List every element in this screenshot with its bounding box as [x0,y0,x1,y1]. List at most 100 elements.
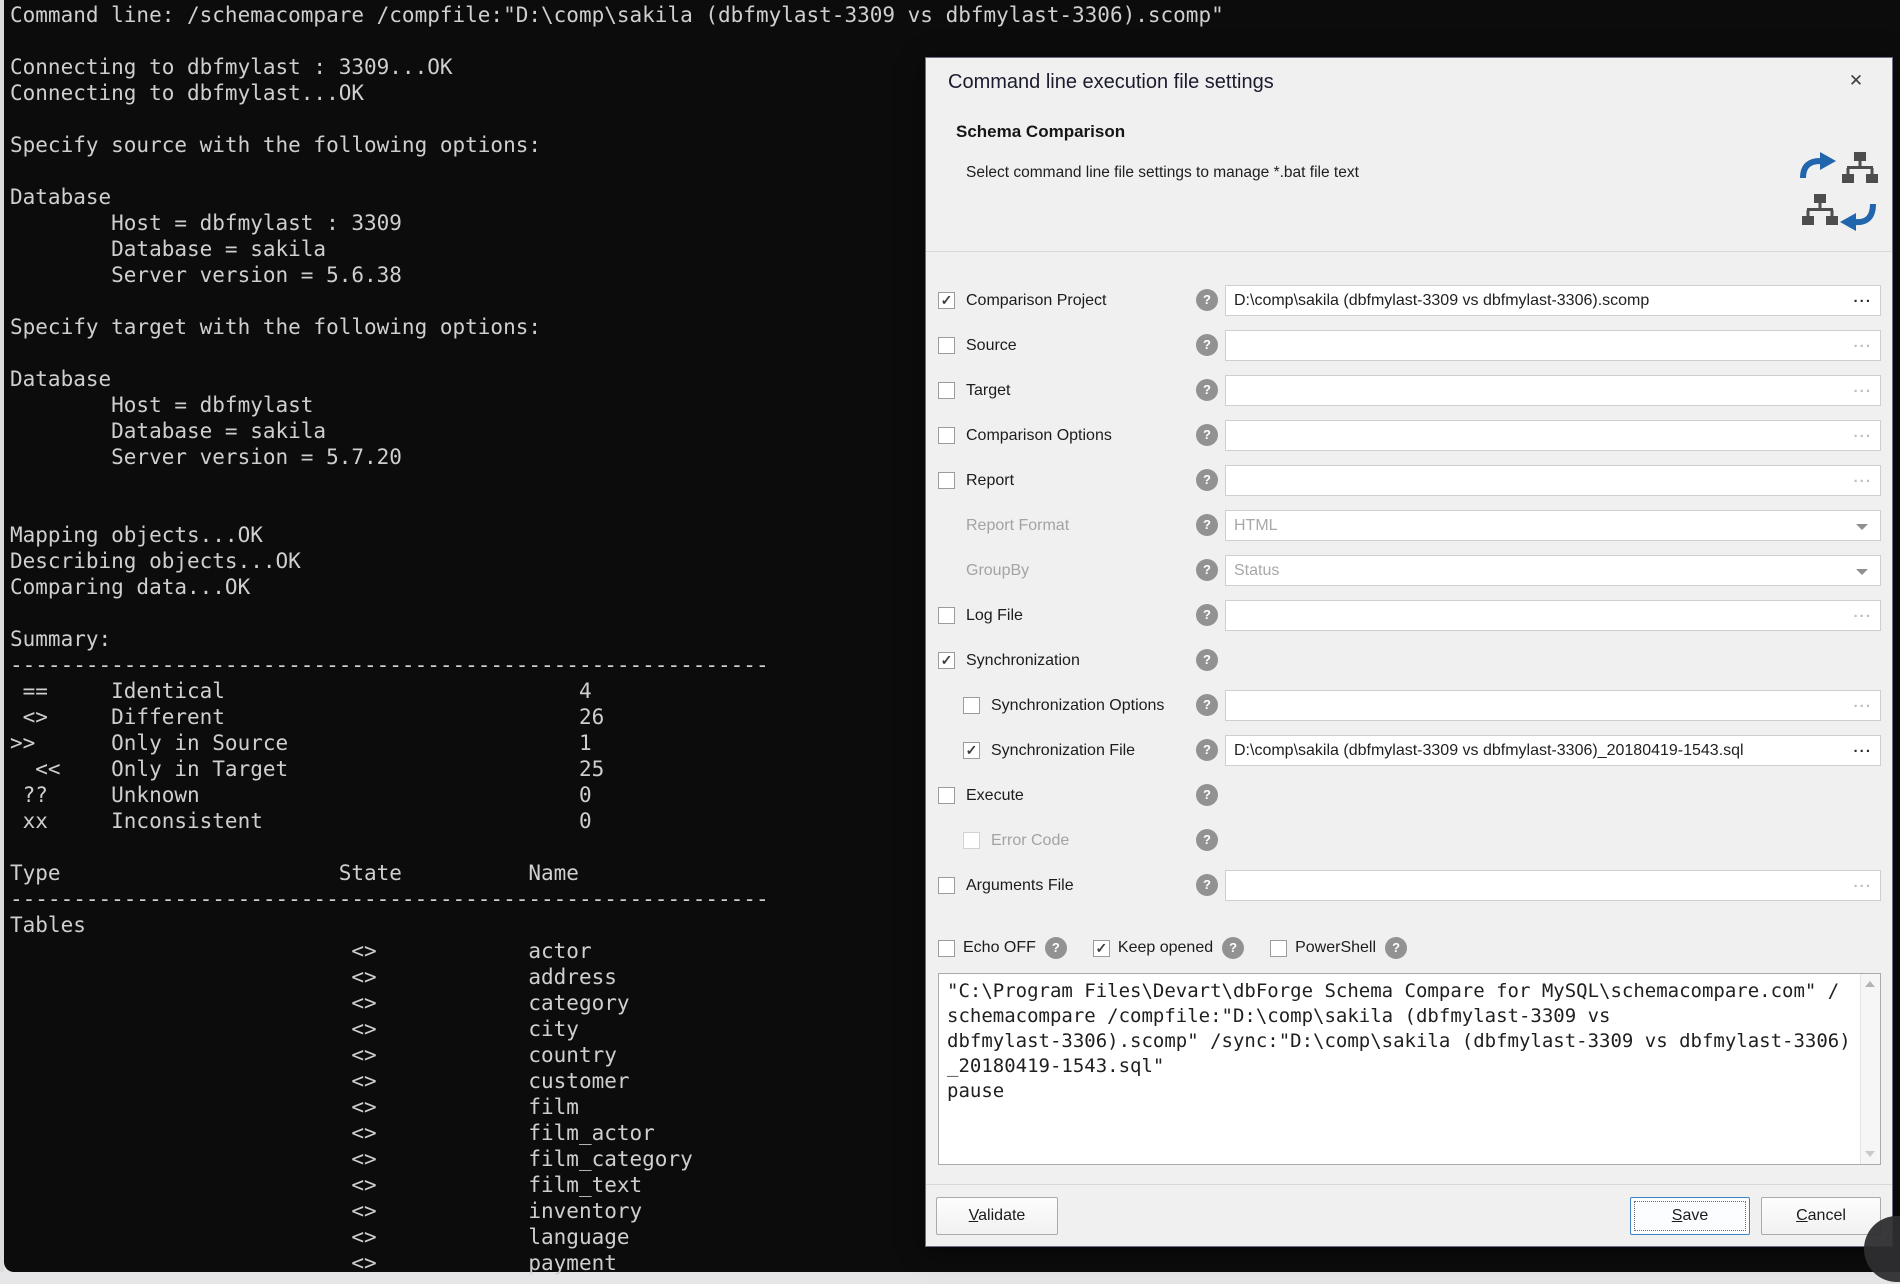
browse-button[interactable]: ... [1853,286,1872,310]
row-label: GroupBy [966,562,1029,580]
help-icon[interactable]: ? [1196,334,1218,356]
help-icon[interactable]: ? [1045,937,1067,959]
option-label: Echo OFF [963,939,1036,957]
help-icon[interactable]: ? [1196,289,1218,311]
row-comparison-project: ✓ Comparison Project ? D:\comp\sakila (d… [926,278,1892,323]
cancel-button[interactable]: Cancel [1761,1197,1881,1235]
help-icon[interactable]: ? [1196,424,1218,446]
option-checkbox[interactable] [1270,940,1287,957]
command-line-settings-dialog: Command line execution file settings ✕ S… [925,57,1893,1247]
row-input[interactable]: D:\comp\sakila (dbfmylast-3309 vs dbfmyl… [1225,735,1881,766]
help-icon[interactable]: ? [1196,559,1218,581]
dialog-title: Command line execution file settings [948,71,1274,94]
row-checkbox[interactable] [938,427,955,444]
row-log-file: Log File ? ... [926,593,1892,638]
row-checkbox[interactable] [938,472,955,489]
scroll-down-icon[interactable] [1865,1151,1875,1157]
dropdown-arrow-icon[interactable] [1856,569,1868,575]
row-target: Target ? ... [926,368,1892,413]
row-label: Error Code [991,832,1069,850]
row-checkbox[interactable]: ✓ [938,292,955,309]
option-checkbox[interactable]: ✓ [1093,940,1110,957]
row-label: Execute [966,787,1024,805]
browse-button[interactable]: ... [1853,601,1872,625]
screen: Command line: /schemacompare /compfile:"… [0,0,1900,1284]
help-icon[interactable]: ? [1196,694,1218,716]
window-left-edge [0,0,4,1272]
row-synchronization-file: ✓ Synchronization File ? D:\comp\sakila … [926,728,1892,773]
row-error-code: Error Code ? ... [926,818,1892,863]
row-source: Source ? ... [926,323,1892,368]
option-label: PowerShell [1295,939,1376,957]
help-icon[interactable]: ? [1196,829,1218,851]
row-checkbox[interactable] [938,382,955,399]
browse-button[interactable]: ... [1853,421,1872,445]
help-icon[interactable]: ? [1196,604,1218,626]
row-input[interactable]: ... [1225,600,1881,631]
browse-button[interactable]: ... [1853,376,1872,400]
browse-button[interactable]: ... [1853,871,1872,895]
row-checkbox[interactable] [938,787,955,804]
help-icon[interactable]: ? [1222,937,1244,959]
row-checkbox[interactable] [963,697,980,714]
help-icon[interactable]: ? [1196,379,1218,401]
help-icon[interactable]: ? [1385,937,1407,959]
schema-comparison-heading: Schema Comparison [956,122,1125,142]
row-label: Report [966,472,1014,490]
browse-button[interactable]: ... [1853,691,1872,715]
row-input[interactable]: ... [1225,690,1881,721]
row-label: Synchronization File [991,742,1135,760]
option-keep-opened: ✓ Keep opened ? [1093,937,1244,959]
option-powershell: PowerShell ? [1270,937,1407,959]
row-checkbox[interactable]: ✓ [938,652,955,669]
browse-button[interactable]: ... [1853,331,1872,355]
bat-text-area[interactable]: "C:\Program Files\Devart\dbForge Schema … [938,973,1881,1165]
option-echo-off: Echo OFF ? [938,937,1067,959]
row-input[interactable]: ... [1225,420,1881,451]
row-checkbox[interactable] [938,337,955,354]
validate-button[interactable]: Validate [936,1197,1058,1235]
browse-button[interactable]: ... [1853,736,1872,760]
close-icon[interactable]: ✕ [1841,66,1871,96]
row-input-value: Status [1234,556,1844,585]
help-icon[interactable]: ? [1196,874,1218,896]
help-icon[interactable]: ? [1196,469,1218,491]
browse-button[interactable]: ... [1853,466,1872,490]
row-input[interactable]: HTML [1225,510,1881,541]
row-label: Target [966,382,1010,400]
row-synchronization: ✓ Synchronization ? ... [926,638,1892,683]
scrollbar[interactable] [1860,974,1880,1164]
row-checkbox[interactable]: ✓ [963,742,980,759]
help-icon[interactable]: ? [1196,514,1218,536]
row-groupby: GroupBy ? Status [926,548,1892,593]
row-checkbox[interactable] [938,607,955,624]
dropdown-arrow-icon[interactable] [1856,524,1868,530]
row-checkbox[interactable] [963,832,980,849]
row-report: Report ? ... [926,458,1892,503]
row-label: Synchronization [966,652,1080,670]
help-icon[interactable]: ? [1196,649,1218,671]
row-input[interactable]: ... [1225,465,1881,496]
row-report-format: Report Format ? HTML [926,503,1892,548]
row-input[interactable]: Status [1225,555,1881,586]
help-icon[interactable]: ? [1196,739,1218,761]
row-execute: Execute ? ... [926,773,1892,818]
row-checkbox[interactable] [938,877,955,894]
row-input[interactable]: ... [1225,330,1881,361]
row-input[interactable]: ... [1225,870,1881,901]
dialog-subtitle: Select command line file settings to man… [966,164,1359,182]
save-button[interactable]: Save [1630,1197,1750,1235]
row-input[interactable]: D:\comp\sakila (dbfmylast-3309 vs dbfmyl… [1225,285,1881,316]
bat-text: "C:\Program Files\Devart\dbForge Schema … [939,974,1880,1104]
row-comparison-options: Comparison Options ? ... [926,413,1892,458]
row-input[interactable]: ... [1225,375,1881,406]
row-label: Arguments File [966,877,1074,895]
row-synchronization-options: Synchronization Options ? ... [926,683,1892,728]
scroll-up-icon[interactable] [1865,981,1875,987]
row-input-value: HTML [1234,511,1844,540]
help-icon[interactable]: ? [1196,784,1218,806]
option-label: Keep opened [1118,939,1213,957]
option-checkbox[interactable] [938,940,955,957]
row-input-value: D:\comp\sakila (dbfmylast-3309 vs dbfmyl… [1234,286,1844,315]
row-label: Comparison Options [966,427,1112,445]
